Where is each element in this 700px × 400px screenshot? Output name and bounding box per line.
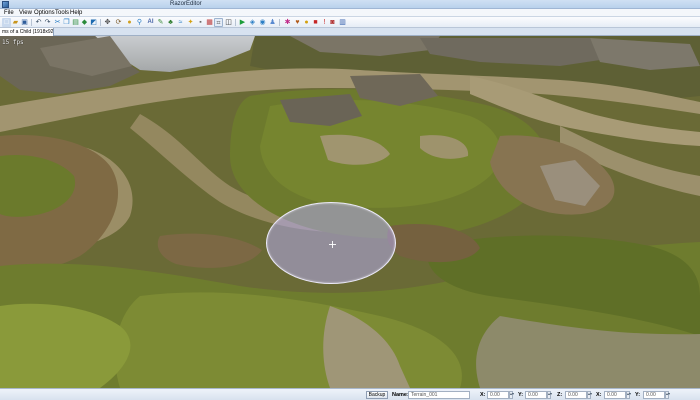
toolbar: □ ▰ ▣ ↶ ↷ ✂ ❐ ▤ ◆ ◩ ✥ ⟳ ● ⚲ AI ✎ ♣ ≈ ✦ ▪… xyxy=(0,17,700,28)
light-icon[interactable]: ✦ xyxy=(186,18,195,27)
app-icon xyxy=(2,1,9,8)
settings-icon[interactable]: ◈ xyxy=(248,18,257,27)
open-icon[interactable]: ▰ xyxy=(11,18,20,27)
rotation-y-label: Y: xyxy=(635,392,641,398)
grid-icon[interactable]: ▦ xyxy=(205,18,214,27)
script-icon[interactable]: ◫ xyxy=(224,18,233,27)
save-icon[interactable]: ▣ xyxy=(20,18,29,27)
help-icon[interactable]: ◉ xyxy=(258,18,267,27)
position-z-field[interactable]: 0.00 xyxy=(565,391,587,399)
new-icon[interactable]: □ xyxy=(2,18,11,27)
position-x-field[interactable]: 0.00 xyxy=(487,391,509,399)
menu-bar: File View Options Tools Help xyxy=(0,9,700,17)
menu-help[interactable]: Help xyxy=(68,9,84,17)
crosshair-icon xyxy=(329,241,336,248)
status-bar: Backup Name: Terrain_001 X: 0.00 ▴▾ Y: 0… xyxy=(0,388,700,400)
paint-icon[interactable]: ✎ xyxy=(156,18,165,27)
fps-counter: 15 fps xyxy=(2,39,24,46)
stop-icon[interactable]: ■ xyxy=(311,18,320,27)
position-y-field[interactable]: 0.00 xyxy=(525,391,547,399)
select-icon[interactable]: ◩ xyxy=(89,18,98,27)
rotate-icon[interactable]: ⟳ xyxy=(114,18,123,27)
terrain-icon[interactable]: AI xyxy=(146,18,155,27)
play-icon[interactable]: ▶ xyxy=(238,18,247,27)
water-icon[interactable]: ≈ xyxy=(176,18,185,27)
rotation-y-field[interactable]: 0.00 xyxy=(643,391,665,399)
position-y-label: Y: xyxy=(518,392,524,398)
position-x-spinner[interactable]: ▴▾ xyxy=(509,391,514,399)
document-tab[interactable]: ms of a Child (1918x927) xyxy=(0,28,54,36)
cut-icon[interactable]: ✂ xyxy=(53,18,62,27)
trigger-icon[interactable]: ● xyxy=(302,18,311,27)
move-icon[interactable]: ✥ xyxy=(103,18,112,27)
window-title: RazorEditor xyxy=(170,1,202,7)
undo-icon[interactable]: ↶ xyxy=(34,18,43,27)
export-icon[interactable]: ▥ xyxy=(338,18,347,27)
name-label: Name: xyxy=(392,392,409,398)
rotation-x-field[interactable]: 0.00 xyxy=(604,391,626,399)
rotation-y-spinner[interactable]: ▴▾ xyxy=(665,391,670,399)
camera-icon[interactable]: ▪ xyxy=(196,18,205,27)
position-z-spinner[interactable]: ▴▾ xyxy=(587,391,592,399)
backup-button[interactable]: Backup xyxy=(366,391,388,399)
scale-icon[interactable]: ● xyxy=(125,18,134,27)
paste-icon[interactable]: ▤ xyxy=(71,18,80,27)
menu-file[interactable]: File xyxy=(2,9,16,17)
rotation-x-spinner[interactable]: ▴▾ xyxy=(626,391,631,399)
actor-icon[interactable]: ♥ xyxy=(293,18,302,27)
figure-icon[interactable]: ✱ xyxy=(283,18,292,27)
people-icon[interactable]: ♟ xyxy=(268,18,277,27)
terrain-brush-cursor xyxy=(266,202,396,284)
terrain-viewport[interactable]: 15 fps xyxy=(0,36,700,388)
position-y-spinner[interactable]: ▴▾ xyxy=(547,391,552,399)
rotation-x-label: X: xyxy=(596,392,602,398)
delete-icon[interactable]: ◆ xyxy=(80,18,89,27)
record-icon[interactable]: ◙ xyxy=(328,18,337,27)
name-field[interactable]: Terrain_001 xyxy=(408,391,470,399)
position-x-label: X: xyxy=(480,392,486,398)
snap-icon[interactable]: ⌗ xyxy=(214,18,223,27)
document-tab-bar: ms of a Child (1918x927) xyxy=(0,28,700,36)
copy-icon[interactable]: ❐ xyxy=(62,18,71,27)
zoom-icon[interactable]: ⚲ xyxy=(135,18,144,27)
position-z-label: Z: xyxy=(557,392,563,398)
redo-icon[interactable]: ↷ xyxy=(43,18,52,27)
title-bar: RazorEditor xyxy=(0,0,700,9)
tree-icon[interactable]: ♣ xyxy=(166,18,175,27)
